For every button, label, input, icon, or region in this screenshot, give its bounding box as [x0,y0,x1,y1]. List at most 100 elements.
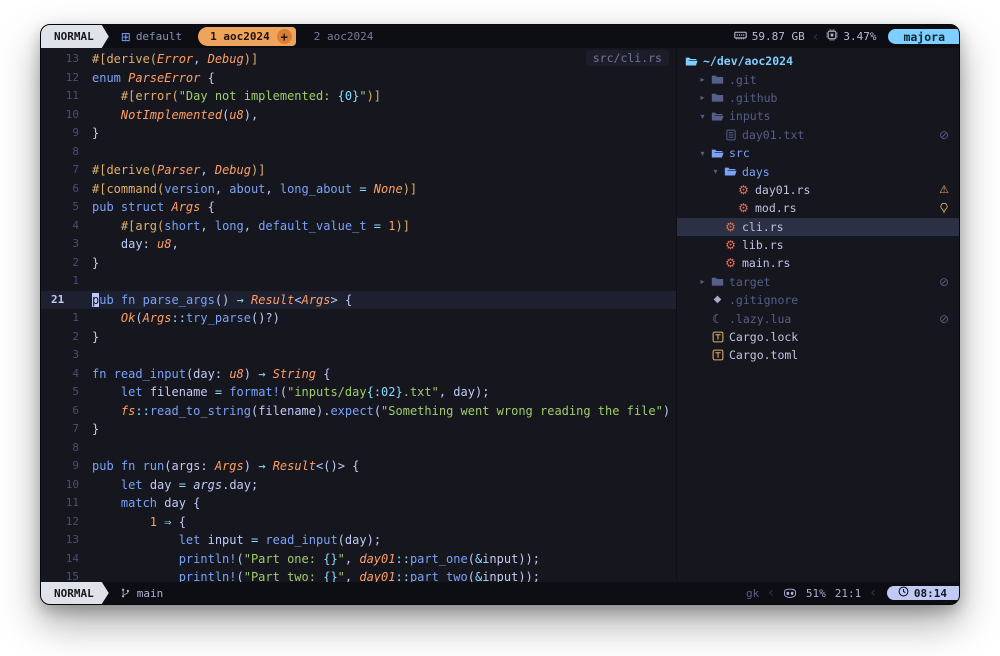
cpu-stat: 3.47% [826,29,876,44]
tree-item-cli.rs[interactable]: ⚙ cli.rs [677,217,959,236]
code-area[interactable]: 13 #[derive(Error, Debug)] 12 enum ParseErr… [41,50,676,582]
chevron-right-icon[interactable]: ▸ [696,93,709,102]
chevron-right-icon[interactable]: ▸ [696,75,709,84]
tree-item-target[interactable]: ▸ target ⊘ [677,273,959,291]
line-number: 14 [65,551,79,565]
code-text: fn read_input(day: u8) → String { [92,366,331,381]
branch-name: main [136,586,164,600]
line-number: 10 [65,477,79,491]
code-text: pub fn run(args: Args) → Result<()> { [92,459,360,473]
tab-aoc2024-active[interactable]: 1 aoc2024 + [198,27,296,46]
tree-item-Cargo.lock[interactable]: Cargo.lock [677,328,959,346]
tree-item-devaoc2024[interactable]: ~/dev/aoc2024 [677,52,959,70]
statusline-right: gk ‹ 51% 21:1 ‹ 08:14 [746,586,959,600]
hostname-badge: majora [888,29,959,44]
line-number: 7 [72,422,79,435]
statusline: NORMAL main gk ‹ 51% 21:1 ‹ 08:14 [41,582,959,604]
separator-icon: ‹ [768,585,774,601]
tabline: NORMAL ⊞ default 1 aoc2024 + 2 aoc2024 5… [41,25,959,48]
line-number: 1 [72,274,79,287]
code-line[interactable]: 8 [41,143,676,162]
tree-item-main.rs[interactable]: ⚙ main.rs [677,254,959,272]
code-line[interactable]: 5 pub struct Args { [41,198,676,217]
code-line[interactable]: 8 [41,439,676,458]
code-line[interactable]: 3 [41,346,676,365]
ram-icon [734,30,747,44]
code-text: } [92,329,100,344]
line-number: 21 [51,292,65,306]
ram-value: 59.87 GB [751,30,805,43]
code-line[interactable]: 10 let day = args.day; [41,476,676,495]
ignored-icon: ⊘ [938,274,949,289]
code-line[interactable]: 9 pub fn run(args: Args) → Result<()> { [41,457,676,476]
tab-label: 1 aoc2024 [210,30,270,43]
code-line[interactable]: 4 fn read_input(day: u8) → String { [41,365,676,384]
folder-icon [709,275,726,288]
code-line[interactable]: 11 match day { [41,494,676,513]
code-line[interactable]: 10 NotImplemented(u8), [41,106,676,125]
line-number: 4 [72,366,79,380]
git-branch: main [120,586,164,600]
ignored-icon: ⊘ [938,127,949,142]
code-line[interactable]: 9} [41,124,676,143]
file-tree[interactable]: ~/dev/aoc2024 ▸ .git ▸ .github ▾ inputs day01.t… [676,48,959,582]
editor-pane[interactable]: src/cli.rs 13 #[derive(Error, Debug)] 12 en… [41,48,676,582]
new-tab-icon[interactable]: + [276,29,292,44]
code-line[interactable]: 12 1 ⇒ { [41,513,676,532]
code-text: NotImplemented(u8), [120,107,259,122]
chevron-down-icon[interactable]: ▾ [696,112,709,121]
code-line[interactable]: 5 let filename = format!("inputs/day{:02… [41,383,676,402]
tree-item-mod.rs[interactable]: ⚙ mod.rs [677,199,959,217]
cpu-value: 3.47% [843,30,877,43]
code-line[interactable]: 2} [41,328,676,347]
code-line[interactable]: 21 pub fn parse_args() → Result<Args> { [41,290,676,309]
code-line[interactable]: 2} [41,254,676,273]
chevron-right-icon[interactable]: ▸ [696,277,709,286]
line-number: 11 [65,496,79,509]
chevron-down-icon[interactable]: ▾ [696,149,709,158]
tree-item-src[interactable]: ▾ src [677,144,959,162]
tree-item-day01.txt[interactable]: day01.txt ⊘ [677,126,959,144]
line-number: 2 [72,329,79,343]
code-text: #[arg(short, long, default_value_t = 1)] [120,218,410,233]
code-line[interactable]: 1 Ok(Args::try_parse()?) [41,309,676,328]
tree-item-.github[interactable]: ▸ .github [677,89,959,107]
code-text: pub fn parse_args() → Result<Args> { [92,292,353,307]
code-line[interactable]: 15 println!("Part two: {}", day01::part_… [41,568,676,582]
chevron-down-icon[interactable]: ▾ [709,167,722,176]
code-line[interactable]: 3 day: u8, [41,235,676,254]
code-text: #[error("Day not implemented: {0}")] [120,89,382,103]
line-number: 11 [65,89,79,102]
code-line[interactable]: 13 let input = read_input(day); [41,531,676,550]
code-line[interactable]: 11 #[error("Day not implemented: {0}")] [41,87,676,106]
tree-item-day01.rs[interactable]: ⚙ day01.rs ⚠ [677,181,959,199]
tree-item-.gitignore[interactable]: ◆ .gitignore [677,291,959,309]
tree-item-.git[interactable]: ▸ .git [677,70,959,88]
code-line[interactable]: 6 fs::read_to_string(filename).expect("S… [41,402,676,421]
scroll-percent: 51% [805,586,826,600]
code-line[interactable]: 14 println!("Part one: {}", day01::part_… [41,550,676,569]
tab-default[interactable]: ⊞ default [121,30,182,44]
tree-item-inputs[interactable]: ▾ inputs [677,107,959,125]
tab-aoc2024-2[interactable]: 2 aoc2024 [314,30,374,43]
line-number: 10 [65,107,79,121]
tree-item-label: lib.rs [742,238,784,253]
line-number: 12 [65,514,79,528]
tree-item-Cargo.toml[interactable]: Cargo.toml [677,346,959,364]
code-line[interactable]: 13 #[derive(Error, Debug)] [41,50,676,69]
code-text: match day { [120,496,201,510]
code-line[interactable]: 1 [41,272,676,291]
tree-item-.lazy.lua[interactable]: ☾ .lazy.lua ⊘ [677,309,959,327]
tree-item-days[interactable]: ▾ days [677,162,959,180]
code-line[interactable]: 7} [41,420,676,439]
copilot-icon [783,588,797,598]
code-line[interactable]: 4 #[arg(short, long, default_value_t = 1… [41,217,676,236]
rust-icon: ⚙ [738,182,749,197]
code-line[interactable]: 6 #[command(version, about, long_about = … [41,180,676,199]
tree-item-lib.rs[interactable]: ⚙ lib.rs [677,236,959,254]
line-number: 6 [72,403,79,417]
code-line[interactable]: 12 enum ParseError { [41,69,676,88]
code-line[interactable]: 7 #[derive(Parser, Debug)] [41,161,676,180]
tree-item-label: Cargo.lock [729,330,799,345]
hint-bulb-icon [939,202,949,214]
